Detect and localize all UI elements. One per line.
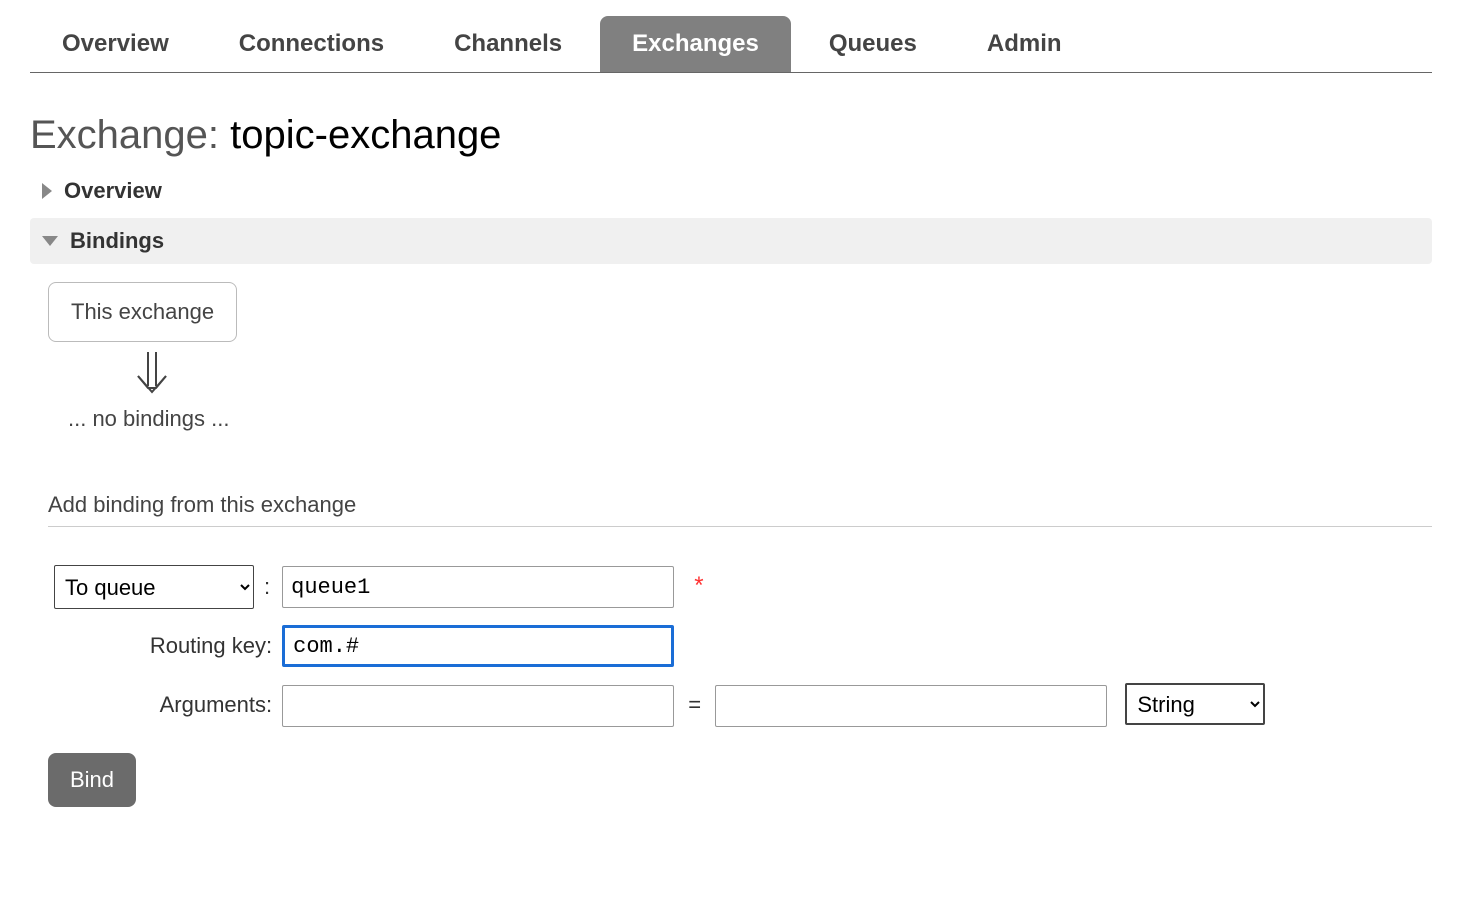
page-title-prefix: Exchange: (30, 113, 230, 157)
tab-queues[interactable]: Queues (797, 16, 949, 72)
arguments-label: Arguments: (48, 675, 276, 735)
section-overview-label: Overview (64, 178, 162, 204)
content-area: Exchange: topic-exchange Overview Bindin… (0, 73, 1462, 847)
argument-value-input[interactable] (715, 685, 1107, 727)
section-overview-toggle[interactable]: Overview (42, 178, 1420, 204)
required-asterisk-icon: * (680, 572, 703, 599)
colon-label: : (258, 557, 276, 617)
bindings-arrow-down-icon (134, 350, 1432, 394)
tab-exchanges[interactable]: Exchanges (600, 16, 791, 72)
tab-admin[interactable]: Admin (955, 16, 1094, 72)
argument-key-input[interactable] (282, 685, 674, 727)
equals-label: = (680, 692, 709, 717)
chevron-down-icon (42, 236, 58, 246)
add-binding-form: To queue : * Routing key: Arguments: (48, 557, 1271, 735)
argument-type-select[interactable]: String (1125, 683, 1265, 725)
tab-overview[interactable]: Overview (30, 16, 201, 72)
this-exchange-box: This exchange (48, 282, 237, 342)
section-bindings-toggle[interactable]: Bindings (42, 228, 1420, 254)
section-bindings: Bindings (30, 218, 1432, 264)
no-bindings-text: ... no bindings ... (68, 406, 1432, 432)
binding-destination-input[interactable] (282, 566, 674, 608)
chevron-right-icon (42, 183, 52, 199)
bindings-body: This exchange ... no bindings ... Add bi… (48, 282, 1432, 807)
main-tabs: Overview Connections Channels Exchanges … (30, 0, 1432, 73)
bind-button[interactable]: Bind (48, 753, 136, 807)
section-overview: Overview (30, 168, 1432, 214)
routing-key-label: Routing key: (48, 617, 276, 675)
exchange-name: topic-exchange (230, 113, 501, 157)
section-bindings-label: Bindings (70, 228, 164, 254)
tab-channels[interactable]: Channels (422, 16, 594, 72)
routing-key-input[interactable] (282, 625, 674, 667)
tab-connections[interactable]: Connections (207, 16, 416, 72)
add-binding-subtitle: Add binding from this exchange (48, 492, 1432, 527)
binding-target-select[interactable]: To queue (54, 565, 254, 609)
page-title: Exchange: topic-exchange (30, 113, 1432, 158)
